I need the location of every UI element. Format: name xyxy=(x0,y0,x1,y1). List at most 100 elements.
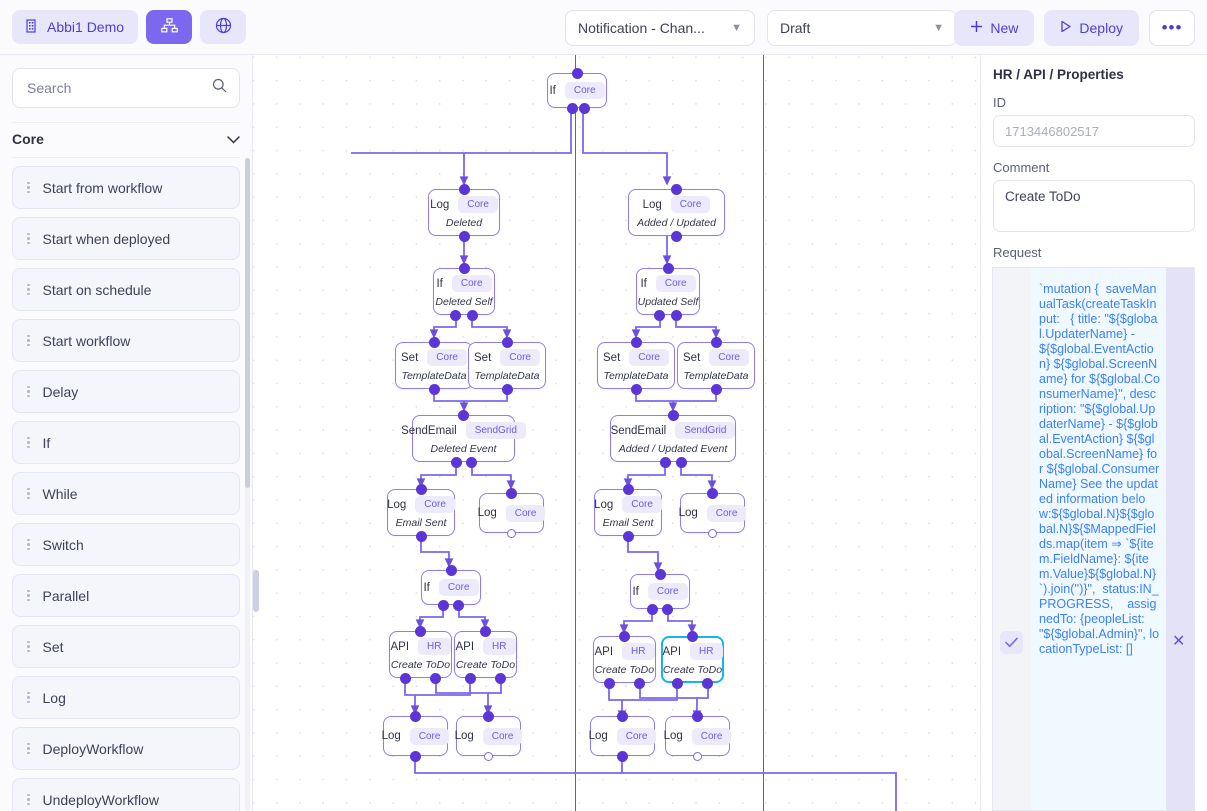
node-output-port[interactable] xyxy=(671,310,682,321)
workflow-node[interactable]: SetCoreTemplateData xyxy=(597,342,675,389)
node-output-port[interactable] xyxy=(416,531,427,542)
node-input-port[interactable] xyxy=(707,488,718,499)
node-input-port[interactable] xyxy=(502,337,513,348)
drag-handle-icon[interactable] xyxy=(27,284,30,296)
node-output-port[interactable] xyxy=(579,103,590,114)
node-output-port[interactable] xyxy=(430,673,441,684)
more-options-button[interactable]: ••• xyxy=(1149,10,1195,46)
workflow-node[interactable]: APIHRCreate ToDo xyxy=(593,636,656,683)
node-input-port[interactable] xyxy=(617,711,628,722)
node-output-port[interactable] xyxy=(654,310,665,321)
workflow-node[interactable]: SendEmailSendGridDeleted Event xyxy=(412,415,515,462)
drag-handle-icon[interactable] xyxy=(27,488,30,500)
accept-button[interactable] xyxy=(1000,631,1023,654)
node-output-port[interactable] xyxy=(438,600,449,611)
node-output-port[interactable] xyxy=(507,529,516,538)
node-output-port[interactable] xyxy=(604,678,615,689)
node-output-port[interactable] xyxy=(702,678,713,689)
node-input-port[interactable] xyxy=(459,184,470,195)
node-output-port[interactable] xyxy=(617,751,628,762)
status-select[interactable]: Draft ▼ xyxy=(767,10,957,46)
workflow-node[interactable]: IfCoreUpdated Self xyxy=(636,268,700,315)
drag-handle-icon[interactable] xyxy=(27,539,30,551)
category-header-core[interactable]: Core xyxy=(12,122,240,158)
node-output-port[interactable] xyxy=(708,529,717,538)
node-input-port[interactable] xyxy=(619,631,630,642)
node-output-port[interactable] xyxy=(676,457,687,468)
workflow-node[interactable]: LogCoreEmail Sent xyxy=(387,489,455,536)
node-output-port[interactable] xyxy=(672,678,683,689)
drag-handle-icon[interactable] xyxy=(27,386,30,398)
search-box[interactable] xyxy=(12,68,240,108)
node-input-port[interactable] xyxy=(692,711,703,722)
node-input-port[interactable] xyxy=(671,184,682,195)
drag-handle-icon[interactable] xyxy=(27,692,30,704)
palette-item[interactable]: While xyxy=(12,472,240,515)
palette-item[interactable]: Log xyxy=(12,676,240,719)
node-output-port[interactable] xyxy=(467,310,478,321)
drag-handle-icon[interactable] xyxy=(27,182,30,194)
node-input-port[interactable] xyxy=(663,263,674,274)
node-output-port[interactable] xyxy=(400,673,411,684)
drag-handle-icon[interactable] xyxy=(27,437,30,449)
request-code-text[interactable]: `mutation { saveManualTask(createTaskInp… xyxy=(1031,268,1166,810)
node-input-port[interactable] xyxy=(623,484,634,495)
palette-item[interactable]: Parallel xyxy=(12,574,240,617)
workspace-chip[interactable]: Abbi1 Demo xyxy=(12,10,138,44)
workflow-node[interactable]: APIHRCreate ToDo xyxy=(389,631,452,678)
workflow-node[interactable]: SetCoreTemplateData xyxy=(395,342,473,389)
node-input-port[interactable] xyxy=(415,626,426,637)
palette-item[interactable]: Delay xyxy=(12,370,240,413)
close-button[interactable]: ✕ xyxy=(1172,631,1185,651)
drag-handle-icon[interactable] xyxy=(27,794,30,806)
org-chart-button[interactable] xyxy=(146,10,192,44)
workflow-node[interactable]: LogCoreDeleted xyxy=(428,189,500,236)
comment-field[interactable]: Create ToDo xyxy=(993,180,1195,232)
workflow-node[interactable]: LogCoreAdded / Updated xyxy=(628,189,725,236)
node-output-port[interactable] xyxy=(466,457,477,468)
workflow-node[interactable]: IfCoreDeleted Self xyxy=(433,268,495,315)
workflow-node[interactable]: SetCoreTemplateData xyxy=(677,342,755,389)
palette-item[interactable]: Switch xyxy=(12,523,240,566)
palette-scrollbar-thumb[interactable] xyxy=(245,158,250,488)
workflow-select[interactable]: Notification - Chan... ▼ xyxy=(565,10,755,46)
workflow-node[interactable]: APIHRCreate ToDo xyxy=(661,636,724,683)
node-input-port[interactable] xyxy=(572,68,583,79)
node-output-port[interactable] xyxy=(631,384,642,395)
node-output-port[interactable] xyxy=(634,678,645,689)
node-output-port[interactable] xyxy=(647,604,658,615)
search-icon[interactable] xyxy=(212,78,227,98)
palette-item[interactable]: Start workflow xyxy=(12,319,240,362)
node-output-port[interactable] xyxy=(450,310,461,321)
palette-item[interactable]: Start on schedule xyxy=(12,268,240,311)
node-input-port[interactable] xyxy=(480,626,491,637)
id-field[interactable]: 1713446802517 xyxy=(993,115,1195,147)
drag-handle-icon[interactable] xyxy=(27,641,30,653)
workflow-node[interactable]: LogCoreEmail Sent xyxy=(594,489,662,536)
panel-resize-handle[interactable] xyxy=(253,570,259,612)
node-output-port[interactable] xyxy=(711,384,722,395)
node-output-port[interactable] xyxy=(693,752,702,761)
node-output-port[interactable] xyxy=(484,752,493,761)
node-output-port[interactable] xyxy=(502,384,513,395)
node-input-port[interactable] xyxy=(416,484,427,495)
node-output-port[interactable] xyxy=(660,457,671,468)
workflow-node[interactable]: LogCore xyxy=(680,493,745,533)
workflow-node[interactable]: SendEmailSendGridAdded / Updated Event xyxy=(610,415,736,462)
node-output-port[interactable] xyxy=(451,457,462,468)
node-output-port[interactable] xyxy=(459,231,470,242)
workflow-canvas[interactable]: IfCoreLogCoreDeletedLogCoreAdded / Updat… xyxy=(253,55,980,811)
drag-handle-icon[interactable] xyxy=(27,743,30,755)
palette-item[interactable]: UndeployWorkflow xyxy=(12,778,240,811)
node-output-port[interactable] xyxy=(567,103,578,114)
deploy-button[interactable]: Deploy xyxy=(1044,10,1139,46)
workflow-node[interactable]: LogCore xyxy=(479,493,544,533)
node-input-port[interactable] xyxy=(483,711,494,722)
workflow-node[interactable]: LogCore xyxy=(665,716,730,756)
palette-item[interactable]: DeployWorkflow xyxy=(12,727,240,770)
node-input-port[interactable] xyxy=(429,337,440,348)
node-output-port[interactable] xyxy=(465,673,476,684)
search-input[interactable] xyxy=(25,79,212,97)
node-output-port[interactable] xyxy=(662,604,673,615)
node-output-port[interactable] xyxy=(453,600,464,611)
